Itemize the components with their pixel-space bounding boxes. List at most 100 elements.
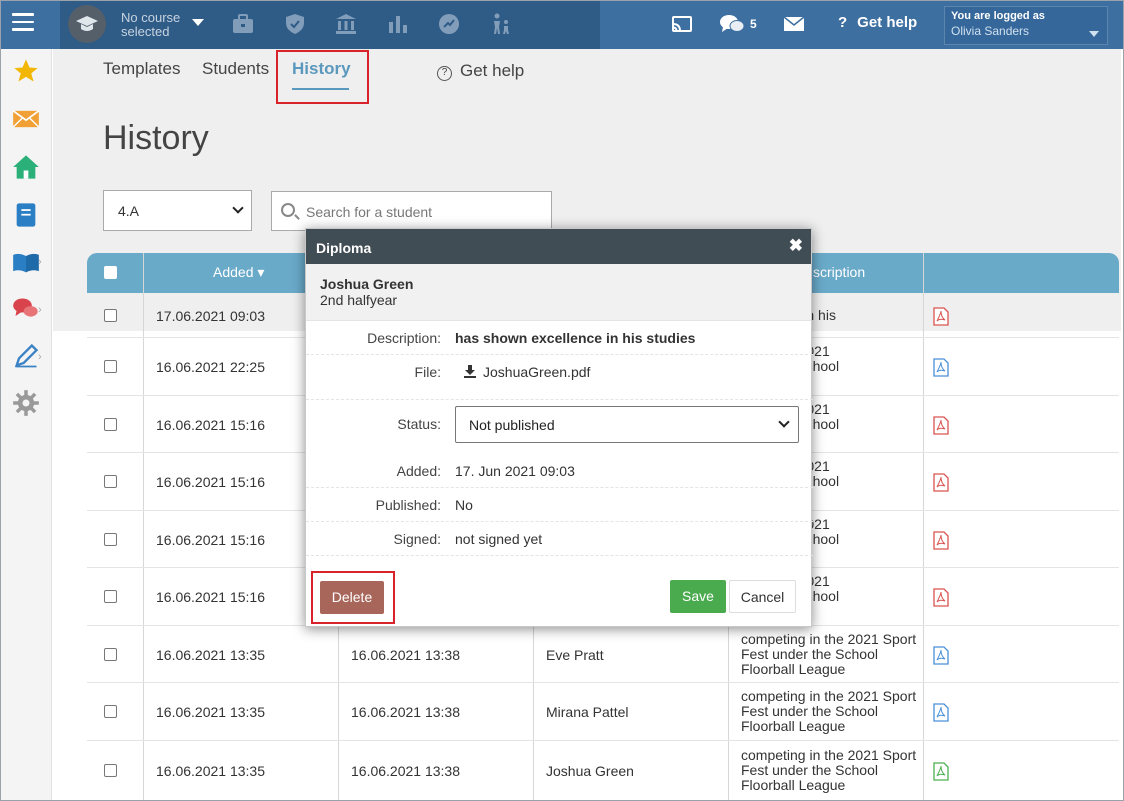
cell-added: 16.06.2021 15:16 [156,474,265,490]
row-checkbox[interactable] [104,418,117,431]
highlight-box [311,571,395,624]
highlight-box [276,50,369,104]
description-line: Floorball League [741,661,846,677]
status-label: Status: [397,416,441,432]
pdf-file-icon[interactable] [933,703,949,722]
cell-added: 16.06.2021 22:25 [156,359,265,375]
pdf-file-icon[interactable] [933,358,949,377]
column-header-added[interactable]: Added ▾ [213,264,264,281]
notebook-icon[interactable] [12,201,40,229]
cell-added: 16.06.2021 15:16 [156,532,265,548]
row-checkbox[interactable] [104,648,117,661]
pdf-file-icon[interactable] [933,307,949,326]
chat-count-badge: 5 [750,17,757,31]
chat-icon[interactable] [719,12,745,36]
get-help-button[interactable]: ? Get help [838,14,917,31]
user-name: Olivia Sanders [951,24,1030,38]
user-menu[interactable]: You are logged as Olivia Sanders [944,6,1108,45]
pen-icon[interactable] [12,342,40,370]
pdf-file-icon[interactable] [933,416,949,435]
status-select[interactable]: Not published [455,406,799,443]
course-avatar[interactable] [68,5,106,43]
dialog-title: Diploma [306,229,811,264]
course-dropdown-icon[interactable] [192,19,204,26]
row-checkbox[interactable] [104,475,117,488]
description-line: Floorball League [741,777,846,793]
chevron-right-icon: › [38,256,42,268]
diploma-dialog: Diploma ✖ Joshua Green 2nd halfyear Desc… [305,228,813,627]
description-row: Description: has shown excellence in his… [306,321,813,355]
status-select-value: Not published [469,417,555,433]
stats-icon[interactable] [386,12,410,36]
added-row: Added: 17. Jun 2021 09:03 [306,454,813,488]
course-selector[interactable]: No course selected [121,11,180,39]
briefcase-icon[interactable] [231,12,255,36]
table-row[interactable]: 16.06.2021 13:35 16.06.2021 13:38 Joshua G… [87,741,1119,801]
tab-templates[interactable]: Templates [103,59,180,79]
get-help-label: Get help [857,14,918,31]
cell-description: competing in the 2021 Sport Fest under th… [741,748,917,793]
student-search-input[interactable]: Search for a student [271,191,552,231]
student-name: Joshua Green [320,276,414,292]
pdf-file-icon[interactable] [933,646,949,665]
dialog-student-info: Joshua Green 2nd halfyear [306,264,811,321]
save-button[interactable]: Save [670,580,726,613]
description-value: has shown excellence in his studies [455,330,696,346]
cell-added: 16.06.2021 13:35 [156,647,265,663]
cell-published: 16.06.2021 13:38 [351,704,460,720]
parent-child-icon[interactable] [489,12,513,36]
close-icon[interactable]: ✖ [789,237,803,254]
help-circle-icon: ? [437,66,452,81]
course-line2: selected [121,24,170,39]
select-all-checkbox[interactable] [104,266,117,279]
search-icon [281,203,295,217]
cast-icon[interactable] [670,12,694,36]
cell-student: Joshua Green [546,763,634,779]
published-row: Published: No [306,488,813,522]
menu-icon[interactable] [12,13,34,31]
growth-icon[interactable] [437,12,461,36]
published-label: Published: [375,497,441,513]
school-icon[interactable] [334,12,358,36]
shield-icon[interactable] [283,12,307,36]
question-icon: ? [838,14,848,31]
user-dropdown-icon [1089,31,1099,37]
published-value: No [455,497,473,513]
row-checkbox[interactable] [104,309,117,322]
description-line: Fest under the School [741,703,878,719]
pdf-file-icon[interactable] [933,762,949,781]
gear-icon[interactable] [12,389,40,417]
cell-description: competing in the 2021 Sport Fest under th… [741,632,917,677]
cell-added: 16.06.2021 13:35 [156,704,265,720]
cell-added: 17.06.2021 09:03 [156,308,265,324]
book-icon[interactable] [12,249,40,277]
cell-student: Mirana Pattel [546,704,629,720]
file-download-link[interactable]: JoshuaGreen.pdf [463,364,590,380]
pdf-file-icon[interactable] [933,473,949,492]
row-checkbox[interactable] [104,533,117,546]
file-row: File: JoshuaGreen.pdf [306,355,813,400]
pdf-file-icon[interactable] [933,531,949,550]
description-line: competing in the 2021 Sport [741,747,917,763]
conversation-icon[interactable] [12,295,40,323]
star-icon[interactable] [12,57,40,85]
table-row[interactable]: 16.06.2021 13:35 16.06.2021 13:38 Eve Prat… [87,626,1119,683]
row-checkbox[interactable] [104,764,117,777]
top-bar: No course selected 5 ? Get help You are l… [0,0,1124,49]
row-checkbox[interactable] [104,590,117,603]
envelope-icon[interactable] [12,105,40,133]
mail-icon[interactable] [782,12,806,36]
pdf-file-icon[interactable] [933,588,949,607]
row-checkbox[interactable] [104,360,117,373]
column-header-description[interactable]: scription [813,264,865,280]
signed-label: Signed: [393,531,441,547]
class-select[interactable]: 4.A [103,190,252,231]
home-icon[interactable] [12,153,40,181]
get-help-link[interactable]: ? Get help [437,61,524,81]
row-checkbox[interactable] [104,705,117,718]
cancel-button[interactable]: Cancel [729,580,796,613]
description-line: Fest under the School [741,762,878,778]
tab-students[interactable]: Students [202,59,269,79]
download-icon [464,365,476,378]
table-row[interactable]: 16.06.2021 13:35 16.06.2021 13:38 Mirana P… [87,683,1119,741]
